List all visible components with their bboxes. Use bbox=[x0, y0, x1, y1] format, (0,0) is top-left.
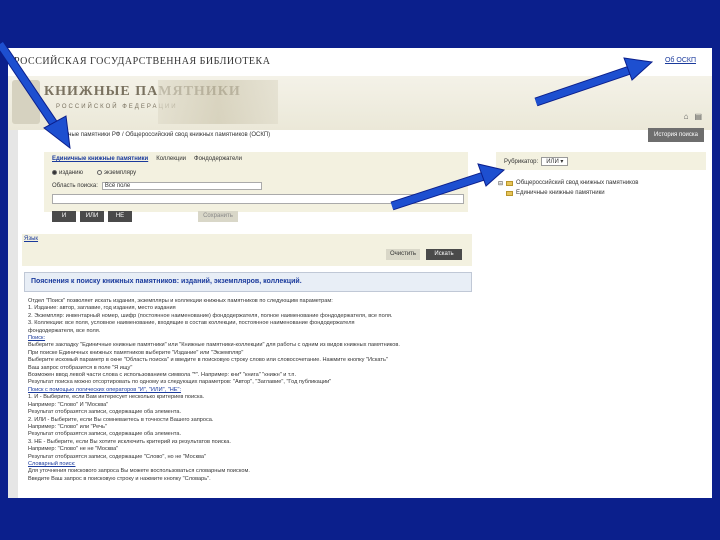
explain-line: Введите Ваш запрос в поисковую строку и … bbox=[28, 475, 211, 482]
explain-link[interactable]: Поиск с помощью логических операторов "И… bbox=[28, 387, 468, 394]
browser-page: РОССИЙСКАЯ ГОСУДАРСТВЕННАЯ БИБЛИОТЕКА Об… bbox=[8, 48, 712, 498]
explain-line: Например: "Слово" или "Речь" bbox=[28, 423, 107, 430]
search-area-row: Область поиска: Всё поле bbox=[52, 182, 262, 190]
search-input[interactable] bbox=[52, 194, 464, 204]
explain-line: Ваш запрос отобразится в поле "Я ищу" bbox=[28, 364, 133, 371]
explain-line: Например: "Слово" И "Москва" bbox=[28, 401, 109, 408]
utility-icons: ⌂ ▤ bbox=[684, 112, 702, 121]
radio-on-icon bbox=[52, 170, 57, 175]
clear-button[interactable]: Очистить bbox=[386, 249, 420, 260]
tab-single-items[interactable]: Единичные книжные памятники bbox=[52, 156, 148, 162]
find-button[interactable]: Искать bbox=[426, 249, 462, 260]
tab-holders[interactable]: Фондодержатели bbox=[194, 156, 242, 162]
breadcrumb: Книжные памятники РФ / Общероссийский св… bbox=[54, 132, 271, 138]
query-link[interactable]: Язык bbox=[24, 236, 38, 242]
rubricator-select[interactable]: ИЛИ ▾ bbox=[541, 157, 569, 166]
not-button[interactable]: НЕ bbox=[108, 211, 132, 222]
history-button[interactable]: История поиска bbox=[648, 128, 704, 142]
tree-item-child-label: Единичные книжные памятники bbox=[516, 190, 605, 196]
explain-line: 3. НЕ - Выберите, если Вы хотите исключи… bbox=[28, 438, 231, 445]
explain-line: Выберите закладку "Единичные книжные пам… bbox=[28, 342, 400, 349]
explain-line: Например: "Слово" не не "Москва" bbox=[28, 446, 119, 453]
search-mode-radios: изданию экземпляру bbox=[52, 170, 136, 176]
search-tabs: Единичные книжные памятники Коллекции Фо… bbox=[52, 156, 242, 162]
query-row: Язык Очистить Искать bbox=[22, 234, 472, 266]
explain-link[interactable]: Поиск: bbox=[28, 335, 468, 342]
explain-line: Результат отобразятся записи, содержащие… bbox=[28, 453, 207, 460]
and-button[interactable]: И bbox=[52, 211, 76, 222]
tree-item-child[interactable]: Единичные книжные памятники bbox=[498, 188, 638, 198]
logo-banner: КНИЖНЫЕ ПАМЯТНИКИ РОССИЙСКОЙ ФЕДЕРАЦИИ bbox=[8, 76, 712, 130]
explain-line: 1. Издание: автор, заглавие, год издания… bbox=[28, 305, 176, 312]
explain-line: Отдел "Поиск" позволяет искать издания, … bbox=[28, 298, 333, 304]
explain-link[interactable]: Словарный поиск: bbox=[28, 461, 468, 468]
search-area-label: Область поиска: bbox=[52, 183, 98, 189]
save-button[interactable]: Сохранить bbox=[198, 211, 238, 222]
explain-header: Пояснения к поиску книжных памятников: и… bbox=[24, 272, 472, 292]
search-panel: Единичные книжные памятники Коллекции Фо… bbox=[44, 152, 468, 212]
search-area-select[interactable]: Всё поле bbox=[101, 182, 262, 190]
home-icon[interactable]: ⌂ bbox=[684, 112, 689, 121]
explain-line: 3. Коллекции: все поля, условное наимено… bbox=[28, 320, 355, 327]
emblem-icon bbox=[12, 80, 40, 124]
explain-line: Выберите искомый параметр в окне "Област… bbox=[28, 357, 388, 364]
explain-line: 2. Экземпляр: инвентарный номер, шифр (п… bbox=[28, 312, 393, 319]
explain-body: Отдел "Поиск" позволяет искать издания, … bbox=[28, 298, 468, 483]
left-strip bbox=[8, 130, 18, 498]
folder-icon bbox=[506, 190, 513, 196]
tab-collections[interactable]: Коллекции bbox=[156, 156, 186, 162]
explain-line: Для уточнения поискового запроса Вы може… bbox=[28, 468, 250, 475]
rubricator-row: Рубрикатор: ИЛИ ▾ bbox=[504, 157, 569, 166]
radio-edition[interactable]: изданию bbox=[52, 170, 83, 176]
books-illustration bbox=[158, 80, 278, 124]
logic-operators: И ИЛИ НЕ bbox=[52, 211, 132, 222]
explain-line: Результат поиска можно отсортировать по … bbox=[28, 379, 332, 386]
site-title: РОССИЙСКАЯ ГОСУДАРСТВЕННАЯ БИБЛИОТЕКА bbox=[14, 56, 271, 67]
explain-line: 1. И - Выберите, если Вам интересует нес… bbox=[28, 394, 205, 401]
radio-copy[interactable]: экземпляру bbox=[96, 170, 137, 177]
radio-copy-label: экземпляру bbox=[103, 170, 137, 177]
or-button[interactable]: ИЛИ bbox=[80, 211, 104, 222]
explain-line: Результат отобразятся записи, содержащие… bbox=[28, 431, 182, 438]
expand-icon[interactable]: ⊟ bbox=[498, 180, 503, 187]
about-link[interactable]: Об ОСКП bbox=[665, 57, 696, 64]
radio-off-icon bbox=[96, 170, 102, 175]
radio-edition-label: изданию bbox=[59, 170, 83, 177]
rubricator-value: ИЛИ bbox=[546, 159, 559, 165]
folder-icon bbox=[506, 180, 514, 186]
explain-line: Возможен ввод левой части слова с исполь… bbox=[28, 372, 297, 379]
explain-line: Результат отобразятся записи, содержащие… bbox=[28, 409, 182, 416]
tree-item-root-label: Общероссийский свод книжных памятников bbox=[516, 180, 639, 186]
explain-title: Пояснения к поиску книжных памятников: и… bbox=[31, 278, 302, 285]
explain-line: фондодержателя, все поля. bbox=[28, 327, 101, 334]
explain-line: 2. ИЛИ - Выберите, если Вы сомневаетесь … bbox=[28, 416, 214, 423]
print-icon[interactable]: ▤ bbox=[694, 112, 702, 121]
rubricator-bar: Рубрикатор: ИЛИ ▾ bbox=[496, 152, 706, 170]
tree-item-root[interactable]: ⊟ Общероссийский свод книжных памятников bbox=[498, 178, 638, 188]
rubric-tree: ⊟ Общероссийский свод книжных памятников… bbox=[498, 178, 638, 198]
rubricator-label: Рубрикатор: bbox=[504, 158, 539, 165]
